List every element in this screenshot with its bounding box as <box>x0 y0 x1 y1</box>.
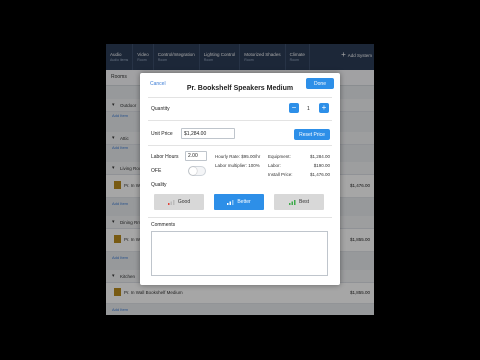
reset-price-button[interactable]: Reset Price <box>294 129 330 140</box>
divider <box>148 120 332 121</box>
labor-hours-value: 2.00 <box>188 153 198 159</box>
quantity-value: 1 <box>307 106 310 112</box>
quality-best-button[interactable]: Best <box>274 194 324 210</box>
toggle-knob <box>189 167 197 175</box>
divider <box>148 97 332 98</box>
divider <box>148 217 332 218</box>
quality-good-button[interactable]: Good <box>154 194 204 210</box>
install-price-value: $1,476.00 <box>309 172 330 177</box>
quantity-increment-button[interactable]: + <box>319 103 329 113</box>
quantity-decrement-button[interactable]: − <box>289 103 299 113</box>
signal-bars-icon <box>227 199 234 205</box>
labor-hours-input[interactable]: 2.00 <box>185 151 207 161</box>
comments-label: Comments <box>151 222 176 228</box>
item-edit-modal: Cancel Done Pr. Bookshelf Speakers Mediu… <box>140 73 340 285</box>
quality-better-label: Better <box>237 199 251 205</box>
unit-price-input[interactable]: $1,284.00 <box>181 128 235 139</box>
quality-label: Quality <box>151 182 167 188</box>
signal-bars-icon <box>167 199 175 205</box>
labor-multiplier-text: Labor multiplier: 100% <box>215 163 260 168</box>
ofe-toggle[interactable] <box>188 166 206 176</box>
quality-better-button[interactable]: Better <box>214 194 264 210</box>
equipment-label: Equipment: <box>268 154 291 159</box>
labor-hours-label: Labor Hours <box>151 154 179 160</box>
labor-label: Labor: <box>268 163 281 168</box>
unit-price-label: Unit Price <box>151 131 173 137</box>
signal-bars-icon <box>288 199 296 205</box>
quality-best-label: Best <box>298 199 309 205</box>
divider <box>148 145 332 146</box>
modal-title: Pr. Bookshelf Speakers Medium <box>186 85 294 92</box>
comments-textarea[interactable] <box>151 231 328 276</box>
install-price-label: Install Price: <box>268 172 293 177</box>
hourly-rate-text: Hourly Rate: $95.00/hr <box>215 154 261 159</box>
equipment-value: $1,284.00 <box>309 154 330 159</box>
quality-good-label: Good <box>177 199 191 205</box>
quantity-label: Quantity <box>151 106 170 112</box>
labor-value: $190.00 <box>313 163 330 168</box>
ofe-label: OFE <box>151 168 162 174</box>
unit-price-value: $1,284.00 <box>184 130 207 137</box>
